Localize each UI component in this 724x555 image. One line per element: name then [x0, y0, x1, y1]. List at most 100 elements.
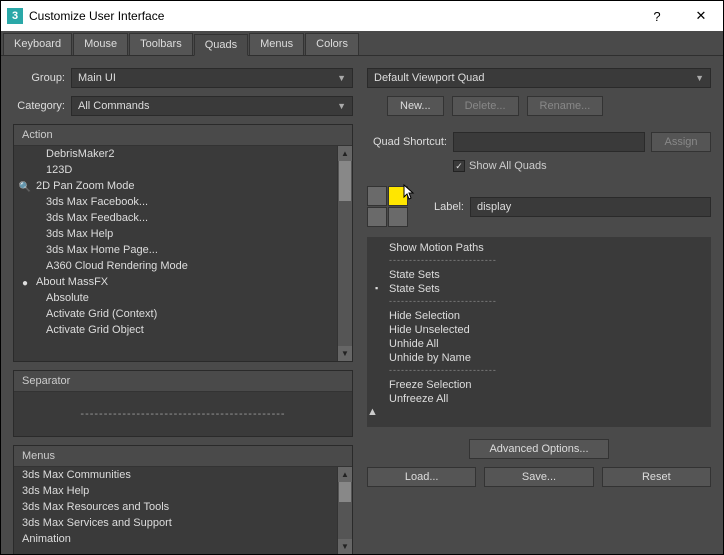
- scroll-thumb[interactable]: [367, 418, 711, 427]
- tab-keyboard[interactable]: Keyboard: [3, 33, 72, 55]
- menus-list[interactable]: 3ds Max Communities3ds Max Help3ds Max R…: [14, 467, 352, 554]
- tab-quads[interactable]: Quads: [194, 34, 248, 56]
- tree-node[interactable]: Hide Unselected: [367, 323, 711, 337]
- scroll-down-icon[interactable]: ▼: [338, 346, 352, 361]
- checkbox-icon: ✓: [453, 160, 465, 172]
- scroll-down-icon[interactable]: ▼: [338, 539, 352, 554]
- action-item[interactable]: Activate Grid Object: [14, 322, 352, 338]
- advanced-options-button[interactable]: Advanced Options...: [469, 439, 609, 459]
- action-list[interactable]: DebrisMaker2 123D 🔍 2D Pan Zoom Mode 3ds Max…: [14, 146, 352, 361]
- category-label: Category:: [13, 100, 65, 112]
- quad-cell-tl[interactable]: [367, 186, 387, 206]
- label-input[interactable]: display: [470, 197, 711, 217]
- action-item[interactable]: DebrisMaker2: [14, 146, 352, 162]
- save-button[interactable]: Save...: [484, 467, 593, 487]
- tab-mouse[interactable]: Mouse: [73, 33, 128, 55]
- assign-button[interactable]: Assign: [651, 132, 711, 152]
- quad-cell-br[interactable]: [388, 207, 408, 227]
- action-item-label: Activate Grid Object: [46, 324, 144, 336]
- menu-item[interactable]: 3ds Max Services and Support: [14, 515, 352, 531]
- menu-item[interactable]: 3ds Max Help: [14, 483, 352, 499]
- action-item[interactable]: 🔍 2D Pan Zoom Mode: [14, 178, 352, 194]
- action-item[interactable]: A360 Cloud Rendering Mode: [14, 258, 352, 274]
- close-button[interactable]: ✕: [679, 1, 723, 31]
- action-item[interactable]: 3ds Max Facebook...: [14, 194, 352, 210]
- separator-list[interactable]: ----------------------------------------…: [14, 392, 352, 436]
- delete-button[interactable]: Delete...: [452, 96, 519, 116]
- scroll-up-icon[interactable]: ▲: [338, 146, 352, 161]
- tree-separator: ---------------------------: [367, 365, 711, 378]
- separator-header: Separator: [14, 371, 352, 392]
- quad-select-value: Default Viewport Quad: [374, 72, 484, 84]
- quad-cell-tr[interactable]: [388, 186, 408, 206]
- quad-select[interactable]: Default Viewport Quad ▼: [367, 68, 711, 88]
- scrollbar[interactable]: ▲ ▼: [367, 406, 711, 427]
- tree-node[interactable]: State Sets: [367, 282, 711, 296]
- shortcut-label: Quad Shortcut:: [367, 136, 447, 148]
- reset-button[interactable]: Reset: [602, 467, 711, 487]
- dropdown-arrow-icon: ▼: [695, 73, 704, 83]
- quad-tree[interactable]: Show Motion Paths-----------------------…: [367, 237, 711, 427]
- tree-node[interactable]: Unfreeze All: [367, 392, 711, 406]
- window-title: Customize User Interface: [29, 9, 635, 23]
- tab-menus[interactable]: Menus: [249, 33, 304, 55]
- new-button[interactable]: New...: [387, 96, 444, 116]
- load-button[interactable]: Load...: [367, 467, 476, 487]
- action-item-icon: ●: [18, 276, 32, 290]
- scroll-thumb[interactable]: [339, 161, 351, 201]
- action-item-label: 2D Pan Zoom Mode: [36, 180, 134, 192]
- action-item-label: 3ds Max Feedback...: [46, 212, 148, 224]
- quad-cell-bl[interactable]: [367, 207, 387, 227]
- action-header: Action: [14, 125, 352, 146]
- action-item-icon: 🔍: [18, 180, 32, 194]
- action-item[interactable]: ●About MassFX: [14, 274, 352, 290]
- scroll-up-icon[interactable]: ▲: [367, 406, 711, 418]
- action-item[interactable]: 3ds Max Home Page...: [14, 242, 352, 258]
- action-item[interactable]: Absolute: [14, 290, 352, 306]
- action-item-label: 3ds Max Help: [46, 228, 113, 240]
- action-item-label: DebrisMaker2: [46, 148, 114, 160]
- tree-node[interactable]: Freeze Selection: [367, 378, 711, 392]
- tree-node[interactable]: Unhide by Name: [367, 351, 711, 365]
- tree-node[interactable]: State Sets: [367, 268, 711, 282]
- action-item-label: 3ds Max Facebook...: [46, 196, 148, 208]
- action-item[interactable]: Activate Grid (Context): [14, 306, 352, 322]
- scrollbar[interactable]: ▲ ▼: [337, 146, 352, 361]
- action-item[interactable]: 3ds Max Help: [14, 226, 352, 242]
- tree-node[interactable]: Hide Selection: [367, 309, 711, 323]
- show-all-quads-checkbox[interactable]: ✓ Show All Quads: [453, 160, 547, 172]
- tree-separator: ---------------------------: [367, 296, 711, 309]
- scroll-up-icon[interactable]: ▲: [338, 467, 352, 482]
- menu-item[interactable]: Animation: [14, 531, 352, 547]
- action-item-label: 123D: [46, 164, 72, 176]
- label-label: Label:: [434, 201, 464, 213]
- tab-bar: Keyboard Mouse Toolbars Quads Menus Colo…: [1, 31, 723, 56]
- group-select[interactable]: Main UI ▼: [71, 68, 353, 88]
- tree-separator: ---------------------------: [367, 255, 711, 268]
- action-item-label: A360 Cloud Rendering Mode: [46, 260, 188, 272]
- action-item-label: Activate Grid (Context): [46, 308, 157, 320]
- tab-toolbars[interactable]: Toolbars: [129, 33, 193, 55]
- group-label: Group:: [13, 72, 65, 84]
- tree-node[interactable]: Show Motion Paths: [367, 241, 711, 255]
- tab-colors[interactable]: Colors: [305, 33, 359, 55]
- category-value: All Commands: [78, 100, 150, 112]
- group-value: Main UI: [78, 72, 116, 84]
- app-icon: 3: [7, 8, 23, 24]
- title-bar: 3 Customize User Interface ? ✕: [1, 1, 723, 31]
- tree-node[interactable]: Unhide All: [367, 337, 711, 351]
- action-item[interactable]: 3ds Max Feedback...: [14, 210, 352, 226]
- shortcut-input[interactable]: [453, 132, 645, 152]
- action-item-label: Absolute: [46, 292, 89, 304]
- help-button[interactable]: ?: [635, 1, 679, 31]
- action-item[interactable]: 123D: [14, 162, 352, 178]
- menus-header: Menus: [14, 446, 352, 467]
- scroll-thumb[interactable]: [339, 482, 351, 502]
- scrollbar[interactable]: ▲ ▼: [337, 467, 352, 554]
- menu-item[interactable]: 3ds Max Communities: [14, 467, 352, 483]
- quad-grid[interactable]: [367, 186, 408, 227]
- rename-button[interactable]: Rename...: [527, 96, 604, 116]
- dropdown-arrow-icon: ▼: [337, 101, 346, 111]
- category-select[interactable]: All Commands ▼: [71, 96, 353, 116]
- menu-item[interactable]: 3ds Max Resources and Tools: [14, 499, 352, 515]
